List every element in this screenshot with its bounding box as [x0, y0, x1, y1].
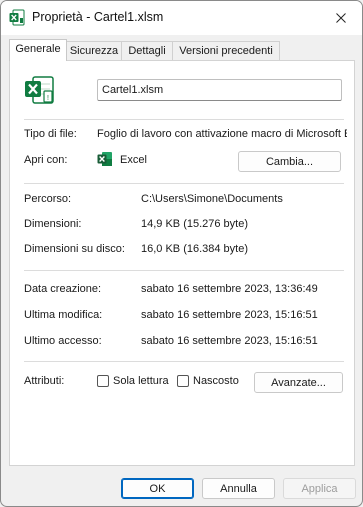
hidden-label[interactable]: Nascosto [193, 375, 239, 387]
separator [24, 270, 344, 271]
general-panel: ! Tipo di file: Foglio di lavoro con att… [9, 60, 355, 466]
window-title: Proprietà - Cartel1.xlsm [32, 10, 164, 24]
properties-dialog: Proprietà - Cartel1.xlsm Generale Sicure… [0, 0, 363, 507]
separator [24, 361, 344, 362]
modified-value: sabato 16 settembre 2023, 15:16:51 [141, 309, 318, 321]
created-value: sabato 16 settembre 2023, 13:36:49 [141, 283, 318, 295]
separator [24, 119, 344, 120]
attributes-label: Attributi: [24, 375, 65, 387]
title-bar[interactable]: Proprietà - Cartel1.xlsm [1, 1, 362, 35]
tab-previous-versions[interactable]: Versioni precedenti [172, 41, 280, 61]
size-on-disk-label: Dimensioni su disco: [24, 243, 125, 255]
excel-file-icon [9, 9, 25, 26]
modified-label: Ultima modifica: [24, 309, 103, 321]
change-button[interactable]: Cambia... [238, 151, 341, 172]
excel-macro-file-icon: ! [25, 76, 54, 104]
separator [24, 183, 344, 184]
accessed-label: Ultimo accesso: [24, 335, 102, 347]
file-type-value: Foglio di lavoro con attivazione macro d… [97, 128, 347, 140]
cancel-button[interactable]: Annulla [202, 478, 275, 499]
accessed-value: sabato 16 settembre 2023, 15:16:51 [141, 335, 318, 347]
advanced-button[interactable]: Avanzate... [254, 372, 343, 393]
file-type-label: Tipo di file: [24, 128, 77, 140]
size-label: Dimensioni: [24, 218, 82, 230]
readonly-checkbox[interactable] [97, 375, 109, 387]
apply-button[interactable]: Applica [283, 478, 356, 499]
excel-app-icon [97, 152, 112, 166]
location-value: C:\Users\Simone\Documents [141, 193, 283, 205]
ok-button[interactable]: OK [121, 478, 194, 499]
tab-details[interactable]: Dettagli [121, 41, 173, 61]
file-name-input[interactable] [97, 79, 342, 101]
created-label: Data creazione: [24, 283, 102, 295]
tab-security[interactable]: Sicurezza [66, 41, 122, 61]
size-value: 14,9 KB (15.276 byte) [141, 218, 249, 230]
size-on-disk-value: 16,0 KB (16.384 byte) [141, 243, 249, 255]
location-label: Percorso: [24, 193, 72, 205]
open-with-label: Apri con: [24, 154, 68, 166]
close-button[interactable] [320, 1, 362, 35]
open-with-app: Excel [120, 154, 147, 166]
readonly-label[interactable]: Sola lettura [113, 375, 169, 387]
tab-general[interactable]: Generale [9, 39, 67, 61]
close-icon [336, 13, 346, 23]
hidden-checkbox[interactable] [177, 375, 189, 387]
svg-text:!: ! [47, 95, 49, 102]
